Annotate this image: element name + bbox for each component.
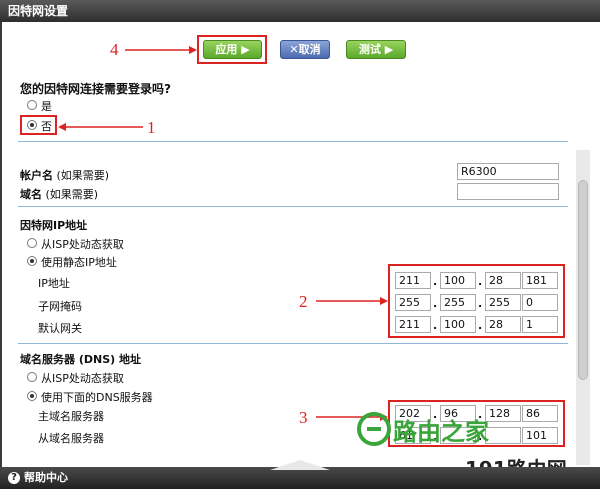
collapse-tab-icon[interactable] bbox=[270, 460, 330, 470]
annotation-number-3: 3 bbox=[299, 408, 308, 427]
divider bbox=[18, 141, 568, 142]
annotation-number-1: 1 bbox=[147, 118, 156, 137]
dns-manual-radio[interactable] bbox=[27, 391, 37, 401]
username-hint: (如果需要) bbox=[56, 169, 110, 182]
domain-input[interactable] bbox=[457, 183, 559, 200]
divider bbox=[18, 343, 568, 344]
dns-dynamic-radio[interactable] bbox=[27, 372, 37, 382]
cancel-label: 取消 bbox=[298, 43, 321, 56]
annotation-arrow-2 bbox=[316, 297, 388, 305]
annotation-box-2 bbox=[388, 264, 565, 338]
annotation-number-2: 2 bbox=[299, 292, 308, 311]
login-yes-label: 是 bbox=[41, 100, 52, 113]
username-label-row: 帐户名 (如果需要) bbox=[20, 167, 109, 183]
divider bbox=[18, 206, 568, 207]
window-title: 因特网设置 bbox=[8, 4, 69, 18]
annotation-box-4 bbox=[197, 35, 267, 64]
ip-section-title: 因特网IP地址 bbox=[20, 219, 88, 232]
ip-static-radio[interactable] bbox=[27, 256, 37, 266]
scrollbar-thumb[interactable] bbox=[578, 180, 588, 380]
play-icon: ▶ bbox=[384, 43, 394, 56]
annotation-box-1 bbox=[20, 115, 57, 135]
close-icon: ✕ bbox=[289, 43, 299, 56]
annotation-number-4: 4 bbox=[110, 40, 119, 59]
watermark-logo-text: 路由之家 bbox=[393, 418, 489, 446]
watermark-logo-icon bbox=[357, 412, 391, 446]
dns-dynamic-label: 从ISP处动态获取 bbox=[41, 372, 124, 385]
ip-dynamic-label: 从ISP处动态获取 bbox=[41, 238, 124, 251]
test-label: 测试 bbox=[358, 43, 381, 56]
secondary-dns-label: 从域名服务器 bbox=[38, 432, 104, 445]
username-label: 帐户名 bbox=[20, 169, 53, 182]
cancel-button[interactable]: ✕取消 bbox=[280, 40, 330, 59]
domain-hint: (如果需要) bbox=[45, 188, 99, 201]
domain-label: 域名 bbox=[20, 188, 42, 201]
annotation-arrow-4 bbox=[125, 46, 197, 54]
domain-label-row: 域名 (如果需要) bbox=[20, 186, 98, 202]
test-button[interactable]: 测试 ▶ bbox=[346, 40, 406, 59]
username-input[interactable]: R6300 bbox=[457, 163, 559, 180]
subnet-mask-label: 子网掩码 bbox=[38, 300, 82, 313]
help-icon: ? bbox=[8, 472, 20, 484]
title-bar: 因特网设置 bbox=[0, 0, 600, 22]
annotation-arrow-1 bbox=[58, 123, 143, 131]
ip-address-label: IP地址 bbox=[38, 277, 70, 290]
login-yes-radio[interactable] bbox=[27, 100, 37, 110]
ip-static-label: 使用静态IP地址 bbox=[41, 256, 117, 269]
dns-section-title: 域名服务器 (DNS) 地址 bbox=[20, 353, 141, 366]
ip-dynamic-radio[interactable] bbox=[27, 238, 37, 248]
gateway-label: 默认网关 bbox=[38, 322, 82, 335]
dns-manual-label: 使用下面的DNS服务器 bbox=[41, 391, 153, 404]
primary-dns-label: 主域名服务器 bbox=[38, 410, 104, 423]
footer-bar: ? 帮助中心 bbox=[0, 467, 600, 489]
help-center-link[interactable]: 帮助中心 bbox=[24, 467, 68, 489]
login-question: 您的因特网连接需要登录吗? bbox=[20, 82, 171, 96]
